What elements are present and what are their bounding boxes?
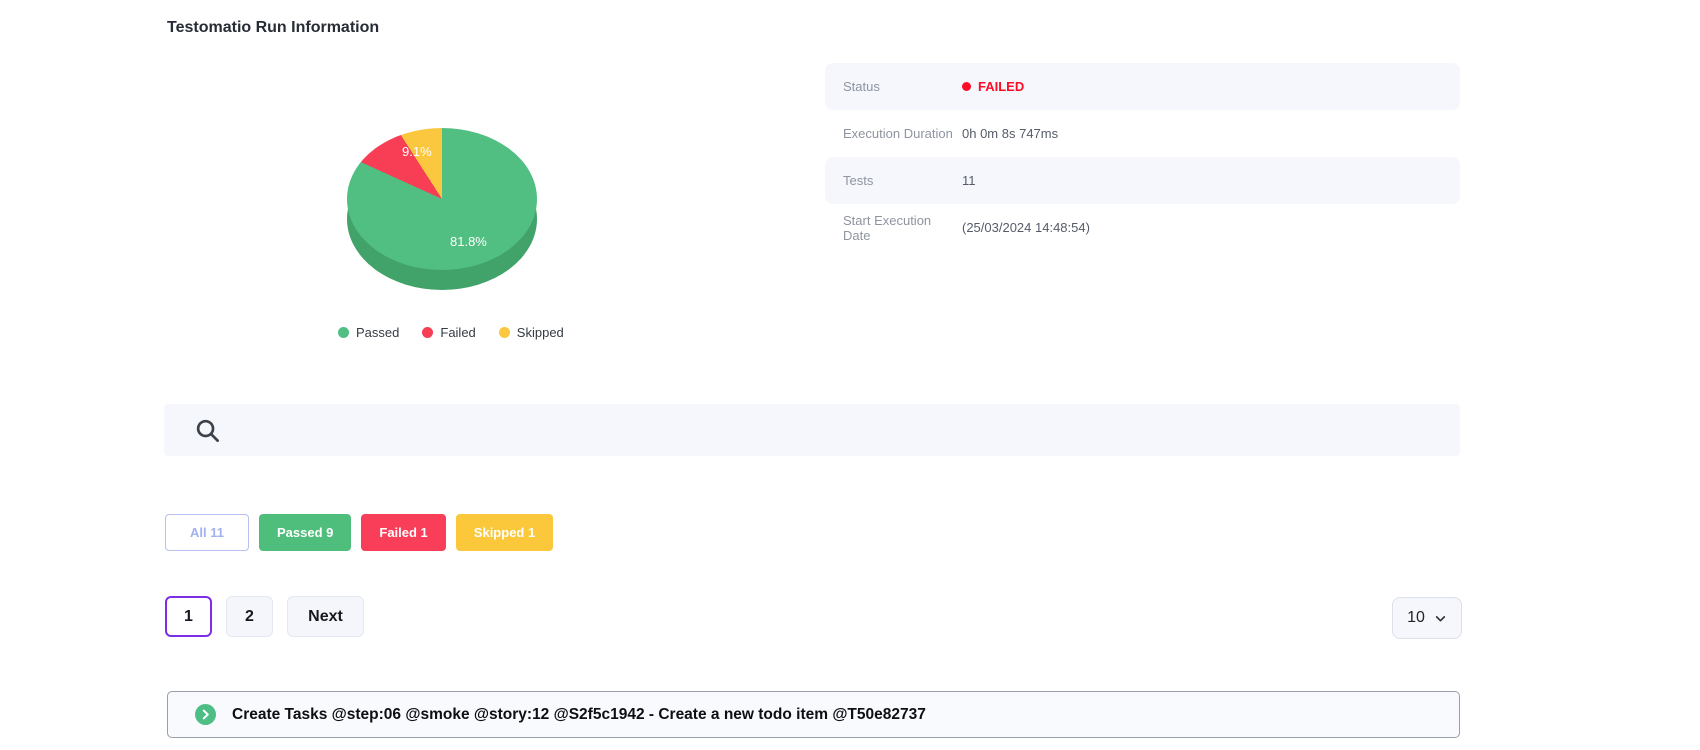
legend-item-failed[interactable]: Failed	[422, 325, 475, 340]
expand-chevron-icon	[195, 704, 216, 725]
status-label: Status	[843, 79, 962, 94]
search-icon	[194, 417, 221, 444]
legend-item-passed[interactable]: Passed	[338, 325, 399, 340]
report-page: Testomatio Run Information 81.8% 9.1% Pa…	[0, 0, 1700, 750]
chart-legend: Passed Failed Skipped	[338, 325, 564, 340]
results-pie-chart: 81.8% 9.1%	[347, 128, 537, 270]
run-info-row-tests: Tests 11	[825, 157, 1460, 204]
duration-label: Execution Duration	[843, 126, 962, 141]
next-page-button[interactable]: Next	[287, 596, 364, 637]
pie-slices[interactable]	[347, 128, 537, 270]
search-bar[interactable]	[164, 404, 1460, 456]
legend-label-skipped: Skipped	[517, 325, 564, 340]
page-button-1[interactable]: 1	[165, 596, 212, 637]
run-info-table: Status FAILED Execution Duration 0h 0m 8…	[825, 63, 1460, 251]
run-info-row-start-date: Start Execution Date (25/03/2024 14:48:5…	[825, 204, 1460, 251]
pagination: 1 2 Next	[165, 596, 364, 637]
filter-passed-button[interactable]: Passed 9	[259, 514, 351, 551]
page-button-2[interactable]: 2	[226, 596, 273, 637]
pie-label-passed: 81.8%	[450, 234, 487, 249]
failed-dot-icon	[422, 327, 433, 338]
legend-item-skipped[interactable]: Skipped	[499, 325, 564, 340]
result-filters: All 11 Passed 9 Failed 1 Skipped 1	[165, 514, 553, 551]
page-size-select[interactable]: 10	[1392, 597, 1462, 639]
test-title: Create Tasks @step:06 @smoke @story:12 @…	[232, 706, 926, 724]
passed-dot-icon	[338, 327, 349, 338]
chevron-down-icon	[1434, 612, 1447, 625]
search-input[interactable]	[221, 404, 1460, 456]
legend-label-failed: Failed	[440, 325, 475, 340]
filter-skipped-button[interactable]: Skipped 1	[456, 514, 553, 551]
filter-all-button[interactable]: All 11	[165, 514, 249, 551]
filter-failed-button[interactable]: Failed 1	[361, 514, 445, 551]
tests-value: 11	[962, 173, 976, 188]
start-date-value: (25/03/2024 14:48:54)	[962, 220, 1090, 235]
status-value: FAILED	[962, 79, 1024, 94]
page-size-value: 10	[1407, 609, 1425, 627]
start-date-label: Start Execution Date	[843, 213, 962, 243]
status-text: FAILED	[978, 79, 1024, 94]
pie-label-skipped: 9.1%	[402, 144, 432, 159]
skipped-dot-icon	[499, 327, 510, 338]
tests-label: Tests	[843, 173, 962, 188]
run-info-row-status: Status FAILED	[825, 63, 1460, 110]
test-row[interactable]: Create Tasks @step:06 @smoke @story:12 @…	[167, 691, 1460, 738]
run-info-row-duration: Execution Duration 0h 0m 8s 747ms	[825, 110, 1460, 157]
legend-label-passed: Passed	[356, 325, 399, 340]
status-dot-icon	[962, 82, 971, 91]
page-title: Testomatio Run Information	[167, 19, 379, 37]
duration-value: 0h 0m 8s 747ms	[962, 126, 1058, 141]
